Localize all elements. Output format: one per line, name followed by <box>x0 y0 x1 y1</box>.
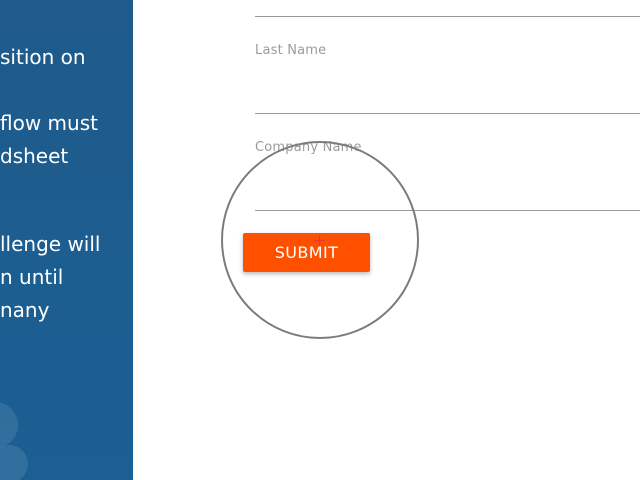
form-area <box>133 0 640 480</box>
page: sition on flow must dsheet llenge will n… <box>0 0 640 480</box>
instruction-line: llenge will <box>0 232 101 256</box>
company-name-field[interactable] <box>255 210 640 211</box>
instruction-line: flow must <box>0 111 98 135</box>
last-name-label: Last Name <box>255 43 327 58</box>
first-name-field[interactable] <box>255 16 640 17</box>
bokeh-decoration <box>0 402 18 448</box>
last-name-field[interactable] <box>255 113 640 114</box>
submit-button[interactable]: SUBMIT <box>243 233 370 272</box>
instruction-line: n until <box>0 265 64 289</box>
bokeh-decoration <box>0 445 28 480</box>
instruction-line: sition on <box>0 45 86 69</box>
instruction-line: dsheet <box>0 144 69 168</box>
instruction-line: nany <box>0 298 50 322</box>
company-name-label: Company Name <box>255 140 362 155</box>
instructions-panel: sition on flow must dsheet llenge will n… <box>0 0 133 480</box>
